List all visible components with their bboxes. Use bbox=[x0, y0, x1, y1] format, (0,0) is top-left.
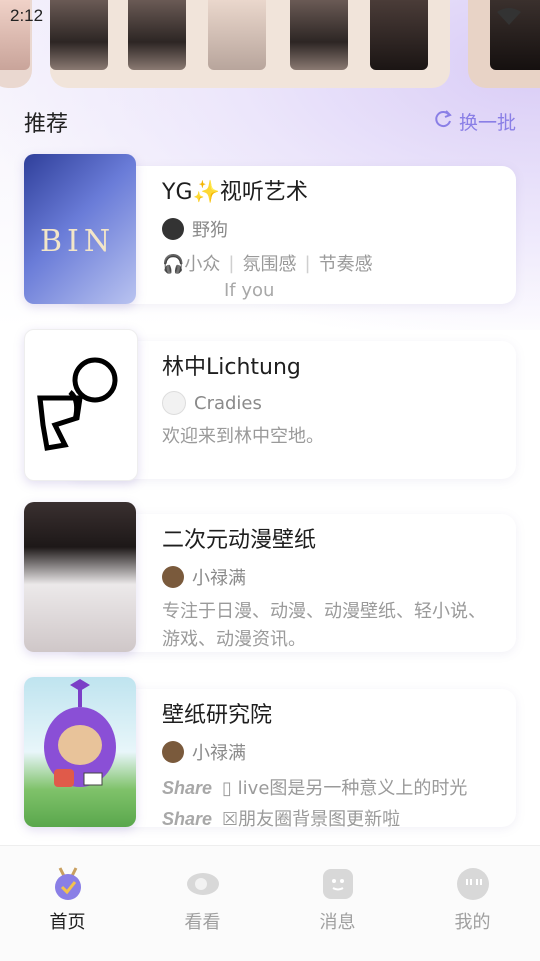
channel-cover-image bbox=[24, 329, 138, 481]
tag: 🎧小众 bbox=[162, 254, 221, 275]
channel-card[interactable]: BIN YG✨视听艺术 野狗 🎧小众 | 氛围感 | 节奏感 If you bbox=[24, 154, 516, 304]
refresh-button[interactable]: 换一批 bbox=[433, 108, 516, 135]
top-banner-strip[interactable]: 2:12 bbox=[0, 0, 540, 92]
tab-label: 看看 bbox=[184, 912, 221, 933]
channel-card[interactable]: 二次元动漫壁纸 小禄满 专注于日漫、动漫、动漫壁纸、轻小说、游戏、动漫资讯。 bbox=[24, 502, 516, 652]
post-line: Share ☒朋友圈背景图更新啦 bbox=[162, 809, 401, 830]
banner-card-current[interactable] bbox=[50, 0, 450, 88]
author-avatar bbox=[162, 391, 186, 415]
tab-label: 消息 bbox=[319, 912, 356, 933]
author-name: 小禄满 bbox=[192, 568, 246, 589]
tab-label: 我的 bbox=[454, 912, 491, 933]
channel-posts: Share ▯ live图是另一种意义上的时光 Share ☒朋友圈背景图更新啦 bbox=[162, 773, 500, 835]
status-time: 2:12 bbox=[10, 6, 44, 25]
author-avatar bbox=[162, 741, 184, 763]
tag: 氛围感 bbox=[242, 254, 297, 275]
cover-text: BIN bbox=[40, 224, 116, 259]
refresh-label: 换一批 bbox=[458, 112, 516, 134]
channel-title: 壁纸研究院 bbox=[162, 703, 273, 728]
author-avatar bbox=[162, 218, 184, 240]
profile-face-icon bbox=[455, 866, 491, 902]
post-line: Share ▯ live图是另一种意义上的时光 bbox=[162, 778, 468, 799]
tab-label: 首页 bbox=[49, 912, 86, 933]
home-medal-icon bbox=[50, 866, 86, 902]
channel-description: 专注于日漫、动漫、动漫壁纸、轻小说、游戏、动漫资讯。 bbox=[162, 601, 486, 650]
channel-subline: If you bbox=[224, 280, 275, 301]
tab-watch[interactable]: 看看 bbox=[135, 846, 270, 961]
tab-profile[interactable]: 我的 bbox=[405, 846, 540, 961]
recommend-section-header: 推荐 换一批 bbox=[24, 104, 516, 137]
author-name: 野狗 bbox=[192, 220, 228, 241]
tab-messages[interactable]: 消息 bbox=[270, 846, 405, 961]
tag: 节奏感 bbox=[318, 254, 373, 275]
message-face-icon bbox=[320, 866, 356, 902]
channel-description: 欢迎来到林中空地。 bbox=[162, 426, 324, 447]
tab-home[interactable]: 首页 bbox=[0, 846, 135, 961]
channel-cover-image bbox=[24, 677, 136, 827]
eye-icon bbox=[185, 866, 221, 902]
channel-card[interactable]: 林中Lichtung Cradies 欢迎来到林中空地。 bbox=[24, 329, 516, 481]
author-name: Cradies bbox=[194, 392, 262, 414]
author-name: 小禄满 bbox=[192, 743, 246, 764]
channel-cover-image: BIN bbox=[24, 154, 136, 304]
channel-title: YG✨视听艺术 bbox=[162, 180, 308, 205]
section-title: 推荐 bbox=[24, 112, 69, 137]
channel-card[interactable]: 壁纸研究院 小禄满 Share ▯ live图是另一种意义上的时光 Share ☒朋… bbox=[24, 677, 516, 830]
author-avatar bbox=[162, 566, 184, 588]
channel-tags: 🎧小众 | 氛围感 | 节奏感 bbox=[162, 250, 500, 276]
wifi-icon bbox=[496, 8, 522, 30]
channel-title: 二次元动漫壁纸 bbox=[162, 528, 317, 553]
channel-cover-image bbox=[24, 502, 136, 652]
bottom-tab-bar: 首页 看看 消息 我的 bbox=[0, 845, 540, 961]
channel-title: 林中Lichtung bbox=[162, 355, 301, 380]
refresh-icon bbox=[433, 109, 453, 134]
